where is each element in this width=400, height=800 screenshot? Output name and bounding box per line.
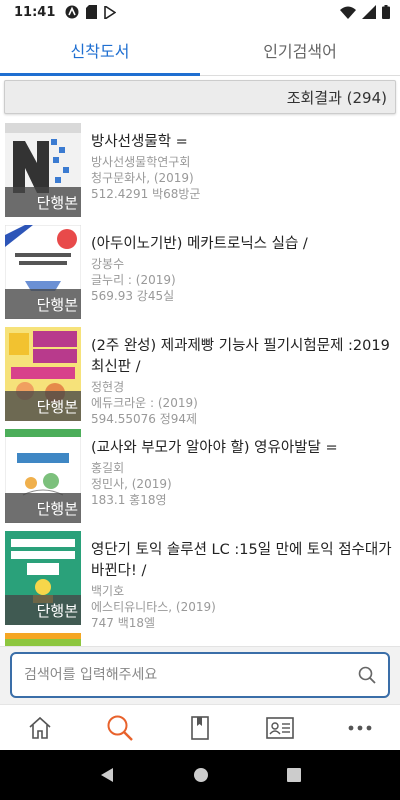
- app-notification-icon: [65, 5, 79, 19]
- nav-member-card[interactable]: [240, 705, 320, 750]
- book-info: (2주 완성) 제과제빵 기능사 필기시험문제 :2019 최신판 / 정현경 …: [91, 327, 400, 427]
- book-call-number: 747 백18엘: [91, 616, 156, 630]
- result-count: 조회결과 (294): [286, 88, 387, 107]
- back-icon[interactable]: [99, 767, 115, 783]
- wifi-icon: [340, 6, 356, 19]
- book-type-badge: 단행본: [5, 187, 81, 217]
- book-list-item[interactable]: 단행본 (2주 완성) 제과제빵 기능사 필기시험문제 :2019 최신판 / …: [0, 325, 400, 427]
- book-type-badge: 단행본: [5, 289, 81, 319]
- id-card-icon: [266, 716, 294, 739]
- book-publisher: 에듀크라운 : (2019): [91, 396, 198, 410]
- book-call-number: 569.93 강45실: [91, 289, 175, 303]
- home-icon: [29, 716, 51, 739]
- sd-card-icon: [86, 5, 98, 19]
- nav-home[interactable]: [0, 705, 80, 750]
- book-type-badge: 단행본: [5, 595, 81, 625]
- search-input[interactable]: [24, 667, 358, 683]
- book-title: 방사선생물학 =: [91, 134, 188, 150]
- nav-search[interactable]: [80, 705, 160, 750]
- result-count-bar: 조회결과 (294): [4, 80, 396, 114]
- search-icon: [107, 715, 133, 741]
- status-time: 11:41: [14, 4, 56, 20]
- more-icon: [348, 725, 372, 730]
- book-title: (2주 완성) 제과제빵 기능사 필기시험문제 :2019 최신판 /: [91, 338, 390, 375]
- bottom-navigation: [0, 704, 400, 750]
- nav-more[interactable]: [320, 705, 400, 750]
- book-author: 홍길회: [91, 461, 125, 475]
- book-title: (아두이노기반) 메카트로닉스 실습 /: [91, 236, 308, 252]
- book-info: 영단기 토익 솔루션 LC :15일 만에 토익 점수대가 바뀐다! / 백기호…: [91, 531, 400, 631]
- system-navigation-bar: [0, 750, 400, 800]
- book-list[interactable]: 단행본 방사선생물학 = 방사선생물학연구회 청구문화사, (2019) 512…: [0, 121, 400, 651]
- book-icon: [191, 715, 209, 740]
- signal-icon: [362, 5, 376, 19]
- book-publisher: 에스티유니타스, (2019): [91, 600, 216, 614]
- book-author: 방사선생물학연구회: [91, 155, 191, 169]
- search-bar: [0, 646, 400, 704]
- search-box: [10, 652, 390, 698]
- book-call-number: 183.1 홍18영: [91, 493, 167, 507]
- book-author: 정현경: [91, 380, 125, 394]
- book-cover: 단행본: [5, 429, 81, 523]
- book-list-item[interactable]: 단행본 방사선생물학 = 방사선생물학연구회 청구문화사, (2019) 512…: [0, 121, 400, 223]
- tab-popular-keywords[interactable]: 인기검색어: [200, 24, 400, 75]
- book-call-number: 512.4291 박68방군: [91, 187, 201, 201]
- book-call-number: 594.55076 정94제: [91, 412, 198, 426]
- nav-library[interactable]: [160, 705, 240, 750]
- tab-bar: 신착도서 인기검색어: [0, 24, 400, 76]
- book-cover: 단행본: [5, 123, 81, 217]
- book-title: 영단기 토익 솔루션 LC :15일 만에 토익 점수대가 바뀐다! /: [91, 542, 392, 579]
- book-list-item[interactable]: 단행본 (아두이노기반) 메카트로닉스 실습 / 강봉수 글누리 : (2019…: [0, 223, 400, 325]
- status-bar: 11:41: [0, 0, 400, 24]
- book-author: 백기호: [91, 584, 125, 598]
- book-list-item[interactable]: 단행본 영단기 토익 솔루션 LC :15일 만에 토익 점수대가 바뀐다! /…: [0, 529, 400, 631]
- play-store-icon: [104, 5, 117, 19]
- book-list-item[interactable]: 단행본 (교사와 부모가 알아야 할) 영유아발달 = 홍길회 정민사, (20…: [0, 427, 400, 529]
- book-publisher: 글누리 : (2019): [91, 273, 176, 287]
- book-author: 강봉수: [91, 257, 125, 271]
- book-cover: 단행본: [5, 225, 81, 319]
- book-cover: 단행본: [5, 327, 81, 421]
- book-publisher: 청구문화사, (2019): [91, 171, 194, 185]
- book-title: (교사와 부모가 알아야 할) 영유아발달 =: [91, 440, 338, 456]
- book-type-badge: 단행본: [5, 493, 81, 523]
- tab-new-books[interactable]: 신착도서: [0, 24, 200, 76]
- book-publisher: 정민사, (2019): [91, 477, 172, 491]
- book-cover: 단행본: [5, 531, 81, 625]
- book-type-badge: 단행본: [5, 391, 81, 421]
- home-button-icon[interactable]: [193, 767, 209, 783]
- search-icon[interactable]: [358, 666, 376, 684]
- book-info: 방사선생물학 = 방사선생물학연구회 청구문화사, (2019) 512.429…: [91, 123, 400, 223]
- recents-icon[interactable]: [287, 768, 301, 782]
- book-info: (아두이노기반) 메카트로닉스 실습 / 강봉수 글누리 : (2019) 56…: [91, 225, 400, 325]
- book-info: (교사와 부모가 알아야 할) 영유아발달 = 홍길회 정민사, (2019) …: [91, 429, 400, 529]
- battery-icon: [382, 5, 390, 19]
